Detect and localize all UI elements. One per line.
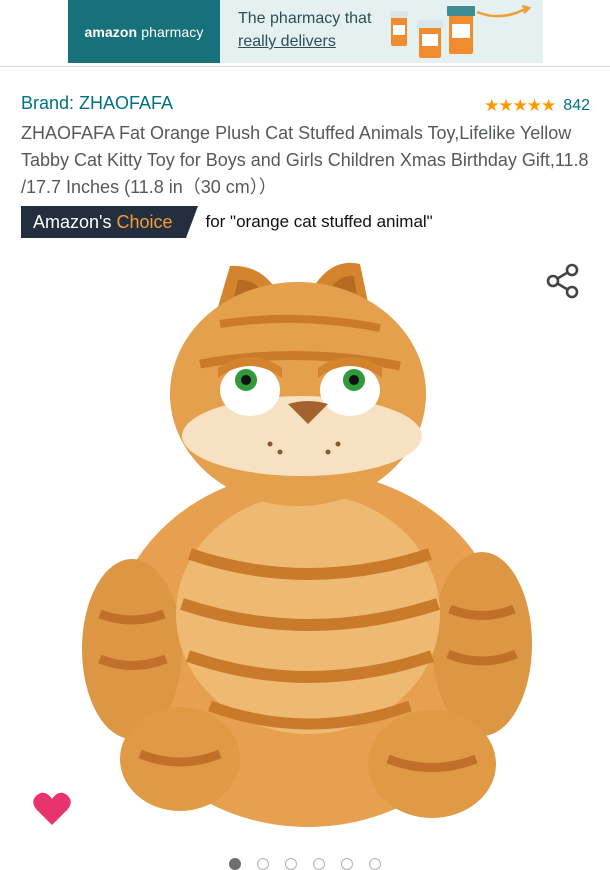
- pagination-dot[interactable]: [285, 858, 297, 870]
- badge-prefix: Amazon's: [33, 211, 112, 232]
- badge-notch: [185, 206, 198, 238]
- pagination-dot[interactable]: [369, 858, 381, 870]
- brand-link[interactable]: Brand: ZHAOFAFA: [21, 93, 173, 114]
- pagination-dot[interactable]: [257, 858, 269, 870]
- badge-accent: Choice: [116, 211, 173, 232]
- amazon-pharmacy-logo: amazon pharmacy: [68, 0, 220, 63]
- share-icon[interactable]: [544, 262, 582, 300]
- review-count[interactable]: 842: [563, 97, 590, 115]
- rating-summary[interactable]: ★★★★★ 842: [484, 96, 590, 116]
- pagination-dot[interactable]: [341, 858, 353, 870]
- header-divider: [0, 66, 610, 67]
- pagination-dot[interactable]: [313, 858, 325, 870]
- pharmacy-banner-ad[interactable]: amazon pharmacy The pharmacy that really…: [68, 0, 543, 63]
- product-image[interactable]: [70, 254, 540, 842]
- amazons-choice-row: Amazon's Choice for "orange cat stuffed …: [21, 206, 433, 238]
- image-pagination: [0, 858, 610, 870]
- logo-prefix: amazon: [84, 23, 138, 40]
- banner-tagline-line2[interactable]: really delivers: [238, 33, 336, 51]
- pagination-dot[interactable]: [229, 858, 241, 870]
- logo-suffix: pharmacy: [141, 23, 204, 40]
- banner-tagline-line1: The pharmacy that: [238, 10, 372, 27]
- product-title: ZHAOFAFA Fat Orange Plush Cat Stuffed An…: [21, 123, 589, 197]
- amazons-choice-badge[interactable]: Amazon's Choice: [21, 206, 198, 238]
- banner-message-panel: The pharmacy that really delivers: [220, 0, 543, 63]
- star-rating-icon: ★★★★★: [484, 96, 556, 115]
- pill-bottles-image: [390, 4, 532, 58]
- choice-keyword: for "orange cat stuffed animal": [205, 212, 433, 231]
- heart-icon[interactable]: [32, 790, 72, 828]
